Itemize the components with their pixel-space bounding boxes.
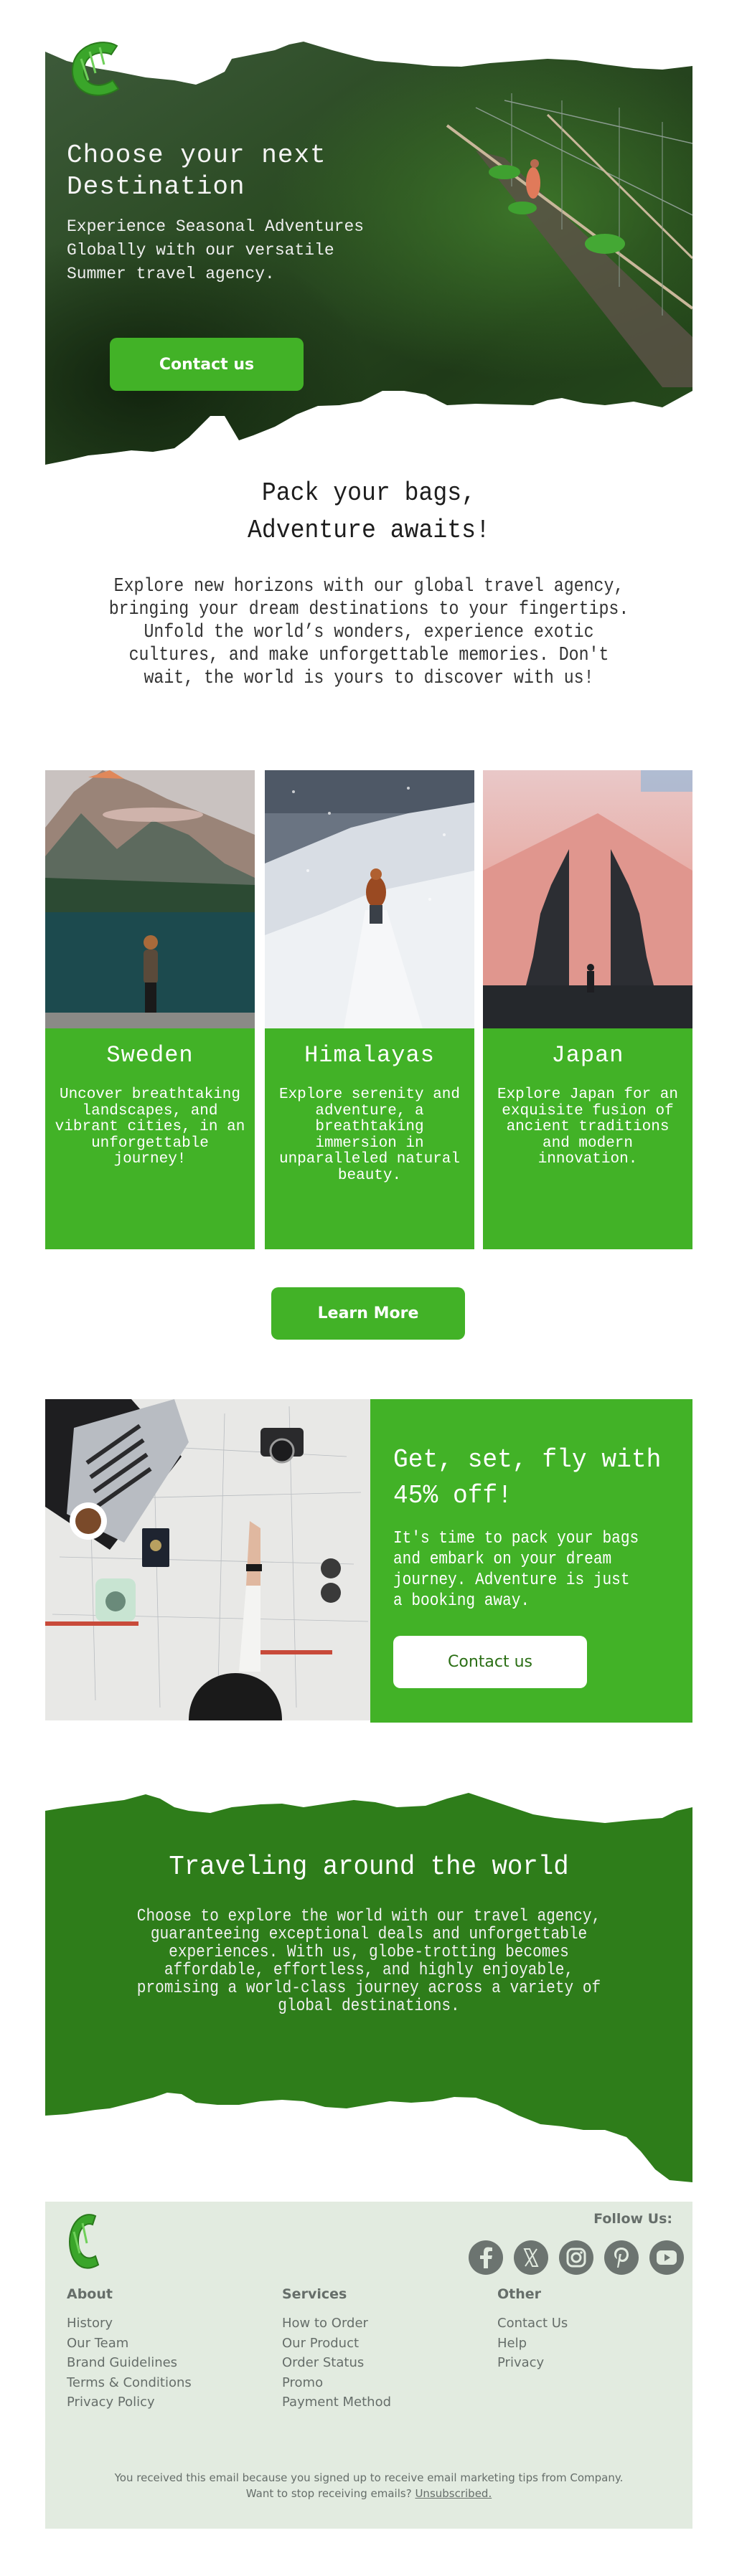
footer-link-order-status[interactable]: Order Status [282,2353,497,2373]
destination-card-body: Himalayas Explore serenity and adventure… [265,1028,474,1249]
destination-name: Sweden [106,1042,194,1069]
hero-subtitle: Experience Seasonal Adventures Globally … [67,217,365,283]
footer-note-section: You received this email because you sign… [45,2438,692,2529]
footer-link-history[interactable]: History [67,2314,282,2334]
footer-column-heading: Other [497,2286,542,2302]
destination-card-himalayas[interactable]: Himalayas Explore serenity and adventure… [265,770,474,1249]
facebook-icon[interactable] [469,2240,503,2275]
footer-link-our-product[interactable]: Our Product [282,2334,497,2354]
footer-note-line2: Want to stop receiving emails? [245,2487,412,2500]
follow-us-label: Follow Us: [593,2211,672,2227]
japan-temple-gate-image [483,770,692,1028]
footer-column-services: Services How to Order Our Product Order … [282,2286,497,2412]
promo-contact-button[interactable]: Contact us [393,1636,587,1688]
travel-planning-map-image [45,1399,370,1720]
destination-name: Japan [551,1042,624,1069]
promo-title: Get, set, fly with 45% off! [393,1445,662,1510]
world-title: Traveling around the world [169,1852,569,1883]
footer-note-line1: You received this email because you sign… [114,2471,624,2484]
footer-column-heading: Services [282,2286,347,2302]
promo-section: Get, set, fly with 45% off! It's time to… [45,1399,692,1723]
world-section: Traveling around the world Choose to exp… [45,1779,692,2202]
unsubscribe-link[interactable]: Unsubscribed. [415,2487,492,2500]
hero-title: Choose your next Destination [67,141,327,202]
pinterest-icon[interactable] [604,2240,639,2275]
destination-card-sweden[interactable]: Sweden Uncover breathtaking landscapes, … [45,770,255,1249]
destination-card-body: Sweden Uncover breathtaking landscapes, … [45,1028,255,1249]
footer-link-privacy[interactable]: Privacy [497,2353,713,2373]
destination-description: Explore serenity and adventure, a breath… [278,1086,461,1184]
destination-name: Himalayas [304,1042,435,1069]
promo-panel: Get, set, fly with 45% off! It's time to… [370,1399,692,1723]
himalayas-snow-image [265,770,474,1028]
footer: Follow Us: About History Our Team Brand … [45,2202,692,2438]
destination-card-body: Japan Explore Japan for an exquisite fus… [483,1028,692,1249]
intro-title-line1: Pack your bags, [261,478,476,508]
sweden-lake-image [45,770,255,1028]
hero-section: Choose your next Destination Experience … [45,0,692,466]
destination-card-japan[interactable]: Japan Explore Japan for an exquisite fus… [483,770,692,1249]
footer-link-promo[interactable]: Promo [282,2373,497,2393]
intro-section: Pack your bags, Adventure awaits! Explor… [45,466,692,753]
intro-title-line2: Adventure awaits! [248,516,490,545]
destinations-section: Sweden Uncover breathtaking landscapes, … [45,770,692,1251]
social-links [469,2240,684,2275]
destination-description: Uncover breathtaking landscapes, and vib… [55,1086,245,1168]
footer-link-privacy-policy[interactable]: Privacy Policy [67,2392,282,2412]
footer-link-our-team[interactable]: Our Team [67,2334,282,2354]
intro-body: Explore new horizons with our global tra… [108,576,629,689]
footer-link-payment-method[interactable]: Payment Method [282,2392,497,2412]
footer-link-contact-us[interactable]: Contact Us [497,2314,713,2334]
promo-text: It's time to pack your bags and embark o… [393,1529,639,1611]
footer-link-brand-guidelines[interactable]: Brand Guidelines [67,2353,282,2373]
brand-logo[interactable] [67,37,127,100]
youtube-icon[interactable] [649,2240,684,2275]
footer-logo[interactable] [67,2210,103,2273]
footer-note: You received this email because you sign… [45,2470,692,2501]
footer-link-terms[interactable]: Terms & Conditions [67,2373,282,2393]
destination-description: Explore Japan for an exquisite fusion of… [497,1086,679,1168]
learn-more-button[interactable]: Learn More [271,1287,465,1340]
footer-column-about: About History Our Team Brand Guidelines … [67,2286,282,2412]
footer-link-how-to-order[interactable]: How to Order [282,2314,497,2334]
intro-title: Pack your bags, Adventure awaits! [71,475,667,549]
footer-column-heading: About [67,2286,113,2302]
instagram-icon[interactable] [559,2240,593,2275]
world-text: Choose to explore the world with our tra… [136,1907,601,2016]
footer-link-help[interactable]: Help [497,2334,713,2354]
hero-contact-button[interactable]: Contact us [110,338,304,391]
footer-column-other: Other Contact Us Help Privacy [497,2286,713,2373]
x-twitter-icon[interactable] [514,2240,548,2275]
footer-note-line2-wrap: Want to stop receiving emails? Unsubscri… [45,2486,692,2501]
